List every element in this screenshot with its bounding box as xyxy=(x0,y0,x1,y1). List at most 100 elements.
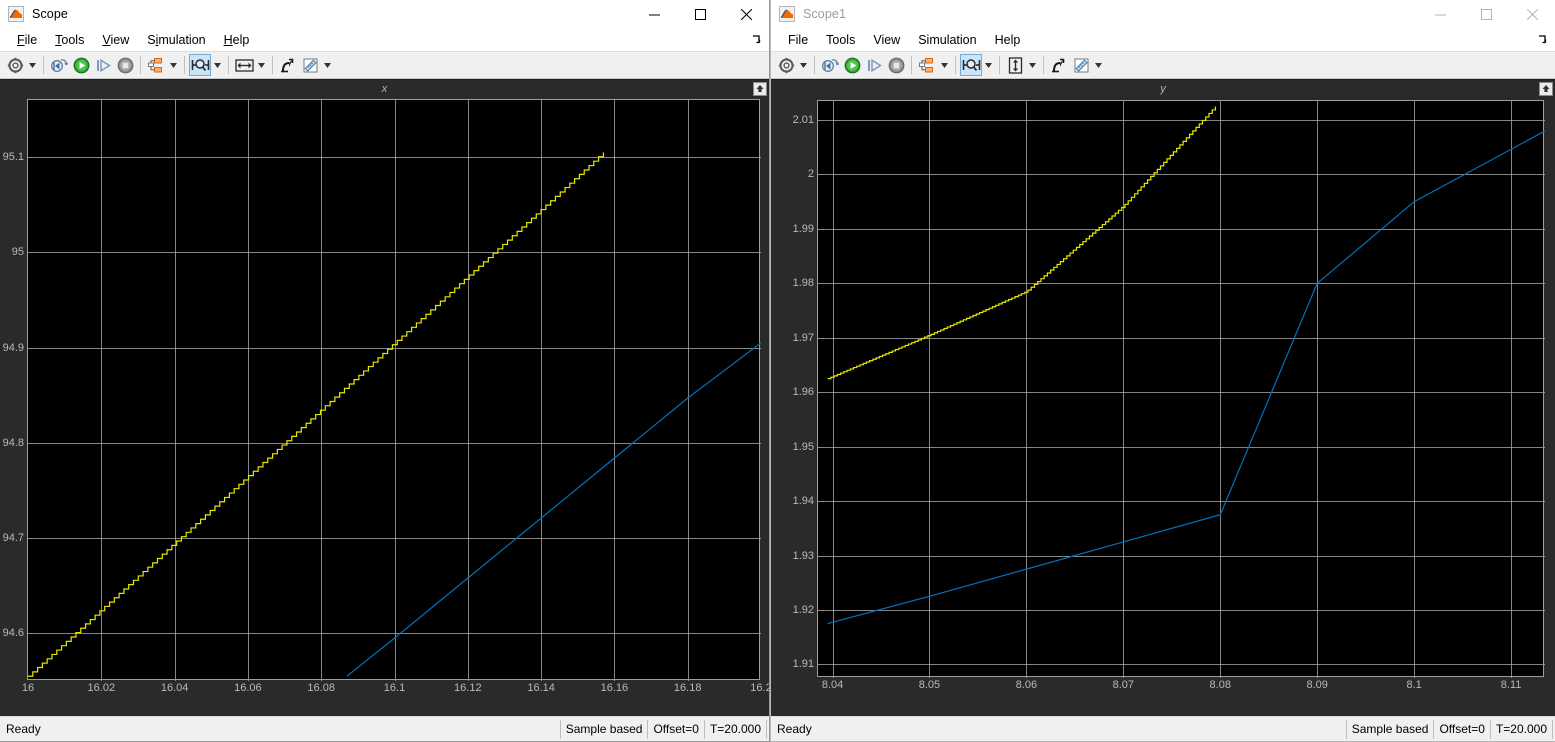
window-title: Scope1 xyxy=(803,7,846,21)
y-axis-tick-label: 1.97 xyxy=(792,331,814,344)
toolbar-separator xyxy=(911,56,912,74)
x-axis-tick-label: 16.06 xyxy=(234,682,262,694)
x-axis-tick-label: 8.09 xyxy=(1306,679,1328,691)
run-back-to-start-button[interactable] xyxy=(48,54,70,76)
menu-file[interactable]: File xyxy=(8,31,46,49)
configuration-dropdown-arrow-icon[interactable] xyxy=(167,54,180,76)
scale-axes-dropdown-arrow-icon[interactable] xyxy=(1026,54,1039,76)
menu-tools[interactable]: Tools xyxy=(46,31,93,49)
cursor-measurements-dropdown-arrow-icon[interactable] xyxy=(1092,54,1105,76)
y-axis-tick-label: 95.1 xyxy=(2,151,24,164)
highlight-signal-button[interactable] xyxy=(1048,54,1070,76)
status-ready-text: Ready xyxy=(777,722,812,736)
maximize-button[interactable] xyxy=(1463,0,1509,28)
menu-simulation[interactable]: Simulation xyxy=(909,31,985,49)
zoom-in-x-button[interactable] xyxy=(189,54,211,76)
menu-overflow-chevron-icon[interactable] xyxy=(749,32,763,46)
zoom-dropdown-arrow-icon[interactable] xyxy=(211,54,224,76)
x-axis-tick-label: 8.05 xyxy=(918,679,941,691)
x-axis-tick-label: 8.06 xyxy=(1015,679,1038,691)
toolbar-separator xyxy=(955,56,956,74)
plot-area-scope1: y 1.91 1.92 1.93 1.94 1.95 1.96 1.97 1.98 1.99 2 2… xyxy=(771,79,1555,716)
run-button[interactable] xyxy=(70,54,92,76)
status-sample-mode: Sample based xyxy=(1345,719,1435,739)
y-axis-tick-label: 1.94 xyxy=(792,495,814,508)
configuration-dropdown-arrow-icon[interactable] xyxy=(938,54,951,76)
plot-title: y xyxy=(1160,83,1166,95)
close-button[interactable] xyxy=(1509,0,1555,28)
window-controls xyxy=(1417,0,1555,28)
x-axis-tick-label: 16.18 xyxy=(673,682,702,694)
menu-help[interactable]: Help xyxy=(986,31,1030,49)
expand-plot-button[interactable] xyxy=(753,82,767,96)
scale-axes-limits-button[interactable] xyxy=(233,54,255,76)
menu-file[interactable]: File xyxy=(779,31,817,49)
menu-help[interactable]: Help xyxy=(215,31,259,49)
window-controls xyxy=(631,0,769,28)
x-axis-tick-label: 8.11 xyxy=(1500,679,1522,691)
x-axis-tick-label: 16.12 xyxy=(454,682,482,694)
status-time: T=20.000 xyxy=(1489,719,1553,739)
scale-axes-limits-button[interactable] xyxy=(1004,54,1026,76)
status-ready-text: Ready xyxy=(6,722,41,736)
y-axis-tick-label: 94.9 xyxy=(2,341,24,354)
menubar: File Tools View Simulation Help xyxy=(0,28,769,51)
x-axis-tick-label: 16.04 xyxy=(160,682,189,694)
axes-scope-x[interactable]: 94.6 94.7 94.8 94.9 95 95.1 16 16.02 16.04 16.06 1… xyxy=(3,99,769,694)
menu-view[interactable]: View xyxy=(93,31,138,49)
run-back-to-start-button[interactable] xyxy=(819,54,841,76)
cursor-measurements-dropdown-arrow-icon[interactable] xyxy=(321,54,334,76)
window-title: Scope xyxy=(32,7,68,21)
minimize-button[interactable] xyxy=(1417,0,1463,28)
cursor-measurements-button[interactable] xyxy=(1070,54,1092,76)
scale-axes-dropdown-arrow-icon[interactable] xyxy=(255,54,268,76)
configuration-properties-button[interactable] xyxy=(916,54,938,76)
maximize-button[interactable] xyxy=(677,0,723,28)
stop-button[interactable] xyxy=(885,54,907,76)
cursor-measurements-button[interactable] xyxy=(299,54,321,76)
menu-tools[interactable]: Tools xyxy=(817,31,864,49)
toolbar xyxy=(771,51,1555,79)
expand-plot-button[interactable] xyxy=(1539,82,1553,96)
matlab-scope-icon xyxy=(8,6,24,22)
x-axis-tick-label: 8.08 xyxy=(1209,679,1231,691)
minimize-button[interactable] xyxy=(631,0,677,28)
y-axis-tick-label: 1.95 xyxy=(792,440,814,453)
titlebar: Scope1 xyxy=(771,0,1555,28)
x-axis-tick-label: 16.1 xyxy=(383,682,406,694)
y-axis-tick-label: 1.99 xyxy=(792,222,814,235)
x-axis-tick-label: 16.08 xyxy=(307,682,335,694)
toolbar-separator xyxy=(228,56,229,74)
statusbar: Ready Sample based Offset=0 T=20.000 xyxy=(0,716,769,741)
print-options-dropdown-arrow-icon[interactable] xyxy=(26,54,39,76)
close-button[interactable] xyxy=(723,0,769,28)
y-axis-tick-label: 94.7 xyxy=(2,532,24,545)
toolbar xyxy=(0,51,769,79)
statusbar: Ready Sample based Offset=0 T=20.000 xyxy=(771,716,1555,741)
x-axis-tick-label: 16.2 xyxy=(750,682,769,694)
titlebar: Scope xyxy=(0,0,769,28)
menu-overflow-chevron-icon[interactable] xyxy=(1535,32,1549,46)
zoom-in-x-button[interactable] xyxy=(960,54,982,76)
zoom-dropdown-arrow-icon[interactable] xyxy=(982,54,995,76)
x-axis-tick-label: 8.1 xyxy=(1406,679,1422,691)
plot-area-scope: x 94.6 94.7 94.8 94.9 95 95.1 16 16.02 16.04 16.0… xyxy=(0,79,769,716)
configuration-properties-button[interactable] xyxy=(145,54,167,76)
step-forward-button[interactable] xyxy=(863,54,885,76)
run-button[interactable] xyxy=(841,54,863,76)
toolbar-separator xyxy=(140,56,141,74)
menu-view[interactable]: View xyxy=(864,31,909,49)
status-offset: Offset=0 xyxy=(1433,719,1491,739)
highlight-signal-button[interactable] xyxy=(277,54,299,76)
x-axis-tick-label: 8.07 xyxy=(1112,679,1135,691)
step-forward-button[interactable] xyxy=(92,54,114,76)
stop-button[interactable] xyxy=(114,54,136,76)
y-axis-tick-label: 1.91 xyxy=(792,658,814,671)
menu-simulation[interactable]: Simulation xyxy=(138,31,214,49)
status-sample-mode: Sample based xyxy=(559,719,649,739)
print-options-button[interactable] xyxy=(4,54,26,76)
status-offset: Offset=0 xyxy=(647,719,705,739)
print-options-dropdown-arrow-icon[interactable] xyxy=(797,54,810,76)
axes-scope1-y[interactable]: 1.91 1.92 1.93 1.94 1.95 1.96 1.97 1.98 1.99 2 2.0… xyxy=(793,100,1545,691)
print-options-button[interactable] xyxy=(775,54,797,76)
